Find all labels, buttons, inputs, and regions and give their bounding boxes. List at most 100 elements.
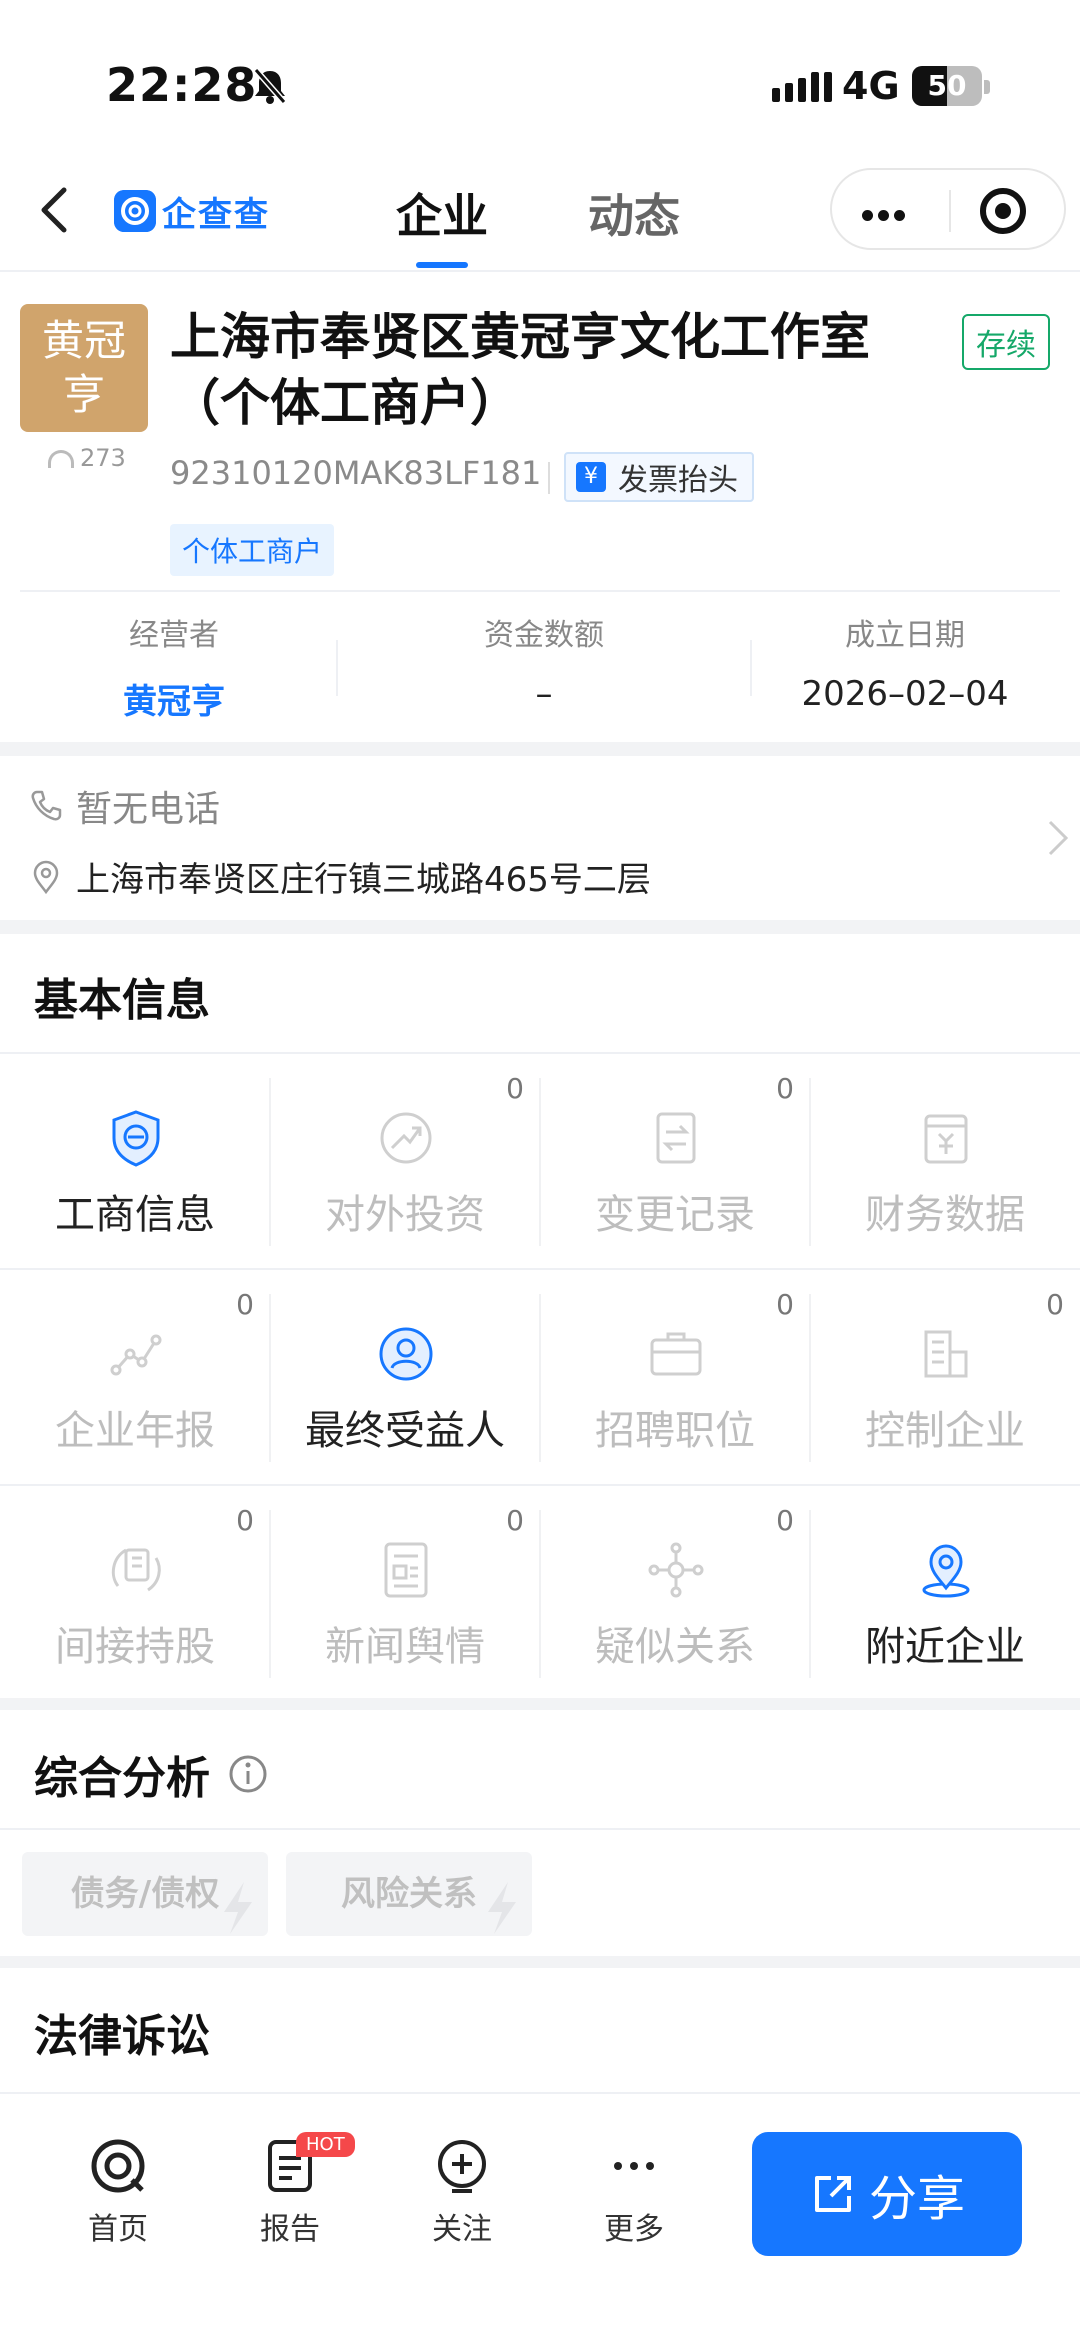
- battery-level: 50: [927, 69, 967, 102]
- view-count: 273: [48, 444, 126, 472]
- grid-item-recruitment[interactable]: 0 招聘职位: [540, 1270, 810, 1484]
- more-options-icon[interactable]: [862, 206, 910, 225]
- section-title-legal: 法律诉讼: [34, 2011, 210, 2062]
- investment-icon: [380, 1112, 432, 1164]
- toolbar-home[interactable]: 首页: [58, 2136, 178, 2248]
- company-name: 上海市奉贤区黄冠亨文化工作室（个体工商户）: [170, 308, 870, 432]
- stat-value: 2026–02–04: [801, 674, 1009, 714]
- follow-icon: [438, 2140, 486, 2193]
- toolbar-more[interactable]: 更多: [574, 2136, 694, 2248]
- grid-item-label: 变更记录: [595, 1192, 755, 1238]
- grid-item-label: 工商信息: [55, 1192, 215, 1238]
- news-icon: [384, 1542, 428, 1598]
- contact-card[interactable]: 暂无电话 上海市奉贤区庄行镇三城路465号二层: [0, 758, 1080, 920]
- briefcase-icon: [650, 1332, 702, 1376]
- relation-icon: [648, 1542, 704, 1598]
- signal-icon: [772, 72, 832, 102]
- hot-badge: HOT: [296, 2132, 355, 2157]
- share-button[interactable]: 分享: [752, 2132, 1022, 2256]
- grid-item-news[interactable]: 0 新闻舆情: [270, 1486, 540, 1700]
- battery-icon: 50: [912, 66, 982, 106]
- grid-item-label: 对外投资: [325, 1192, 485, 1238]
- risk-relation-button[interactable]: 风险关系: [286, 1852, 532, 1936]
- count-badge: 0: [506, 1072, 524, 1105]
- invoice-label: 发票抬头: [618, 463, 738, 498]
- info-icon[interactable]: [228, 1754, 268, 1794]
- address-text: 上海市奉贤区庄行镇三城路465号二层: [76, 860, 651, 900]
- basic-info-grid: 工商信息 0 对外投资 0 变更记录 财务数据 0 企业年报 最终受益人 0 招…: [0, 1052, 1080, 1698]
- toolbar-report[interactable]: HOT 报告: [230, 2132, 355, 2248]
- status-time: 22:28: [106, 58, 258, 112]
- grid-item-change-record[interactable]: 0 变更记录: [540, 1054, 810, 1268]
- section-gap: [0, 1956, 1080, 1968]
- toolbar-follow[interactable]: 关注: [402, 2136, 522, 2248]
- miniprogram-capsule: [830, 168, 1066, 250]
- toolbar-label: 报告: [260, 2212, 320, 2247]
- stat-capital: 资金数额 –: [444, 610, 644, 714]
- section-title-basic-info: 基本信息: [34, 975, 210, 1026]
- debt-claim-button[interactable]: 债务/债权: [22, 1852, 268, 1936]
- yuan-icon: ¥: [576, 462, 606, 492]
- location-icon: [922, 1544, 970, 1598]
- phone-row[interactable]: 暂无电话: [28, 780, 220, 832]
- section-gap: [0, 742, 1080, 756]
- stat-operator[interactable]: 经营者 黄冠亨: [74, 610, 274, 723]
- finance-icon: [924, 1114, 968, 1164]
- status-badge: 存续: [962, 314, 1050, 370]
- credit-code[interactable]: 92310120MAK83LF181: [170, 454, 541, 492]
- tab-dynamics[interactable]: 动态: [588, 180, 680, 246]
- annual-report-icon: [110, 1334, 162, 1376]
- count-badge: 0: [506, 1504, 524, 1537]
- header-divider: [20, 590, 1060, 592]
- company-header: 黄冠 亨 273 上海市奉贤区黄冠亨文化工作室（个体工商户） 存续 923101…: [0, 274, 1080, 738]
- stat-label: 成立日期: [845, 618, 965, 653]
- analysis-buttons: 债务/债权 风险关系: [0, 1828, 1080, 1956]
- grid-item-label: 疑似关系: [595, 1624, 755, 1670]
- debt-claim-label: 债务/债权: [70, 1874, 220, 1914]
- avatar-line-1: 黄冠: [41, 316, 126, 365]
- location-pin-icon: [33, 860, 59, 894]
- count-badge: 0: [776, 1504, 794, 1537]
- grid-item-finance[interactable]: 财务数据: [810, 1054, 1080, 1268]
- grid-item-investment[interactable]: 0 对外投资: [270, 1054, 540, 1268]
- stat-separator: [750, 640, 752, 696]
- grid-item-suspected-relation[interactable]: 0 疑似关系: [540, 1486, 810, 1700]
- section-gap: [0, 920, 1080, 934]
- top-nav: 企查查 企业 动态: [0, 150, 1080, 272]
- grid-item-label: 新闻舆情: [325, 1624, 485, 1670]
- toolbar-label: 更多: [604, 2212, 664, 2247]
- tab-enterprise[interactable]: 企业: [396, 180, 488, 246]
- count-badge: 0: [776, 1288, 794, 1321]
- invoice-title-button[interactable]: ¥ 发票抬头: [564, 452, 754, 502]
- grid-item-label: 间接持股: [55, 1624, 215, 1670]
- views-icon: [48, 450, 74, 468]
- toolbar-label: 关注: [432, 2212, 492, 2247]
- address-row[interactable]: 上海市奉贤区庄行镇三城路465号二层: [28, 852, 651, 901]
- logo-text: 企查查: [162, 194, 270, 235]
- close-miniprogram-icon[interactable]: [980, 188, 1026, 234]
- stat-established-date: 成立日期 2026–02–04: [780, 610, 1030, 714]
- more-icon: [614, 2162, 654, 2170]
- company-type-tag: 个体工商户: [170, 524, 335, 576]
- indirect-holding-icon: [111, 1548, 161, 1592]
- grid-item-label: 招聘职位: [595, 1408, 755, 1454]
- section-title-analysis: 综合分析: [34, 1742, 268, 1806]
- stat-label: 资金数额: [484, 618, 604, 653]
- stat-separator: [336, 640, 338, 696]
- avatar-line-2: 亨: [62, 370, 105, 419]
- grid-item-annual-report[interactable]: 0 企业年报: [0, 1270, 270, 1484]
- count-badge: 0: [1046, 1288, 1064, 1321]
- share-icon: [814, 2176, 851, 2212]
- grid-item-controlled-company[interactable]: 0 控制企业: [810, 1270, 1080, 1484]
- battery-tip: [984, 80, 990, 94]
- network-type: 4G: [842, 64, 900, 108]
- back-icon[interactable]: [30, 180, 80, 240]
- analysis-title: 综合分析: [34, 1753, 210, 1804]
- grid-item-beneficiary[interactable]: 最终受益人: [270, 1270, 540, 1484]
- grid-item-business-info[interactable]: 工商信息: [0, 1054, 270, 1268]
- status-bar: 22:28 4G 50: [0, 0, 1080, 150]
- grid-item-label: 附近企业: [865, 1624, 1025, 1670]
- grid-item-nearby-companies[interactable]: 附近企业: [810, 1486, 1080, 1700]
- section-gap: [0, 1698, 1080, 1710]
- grid-item-indirect-holding[interactable]: 0 间接持股: [0, 1486, 270, 1700]
